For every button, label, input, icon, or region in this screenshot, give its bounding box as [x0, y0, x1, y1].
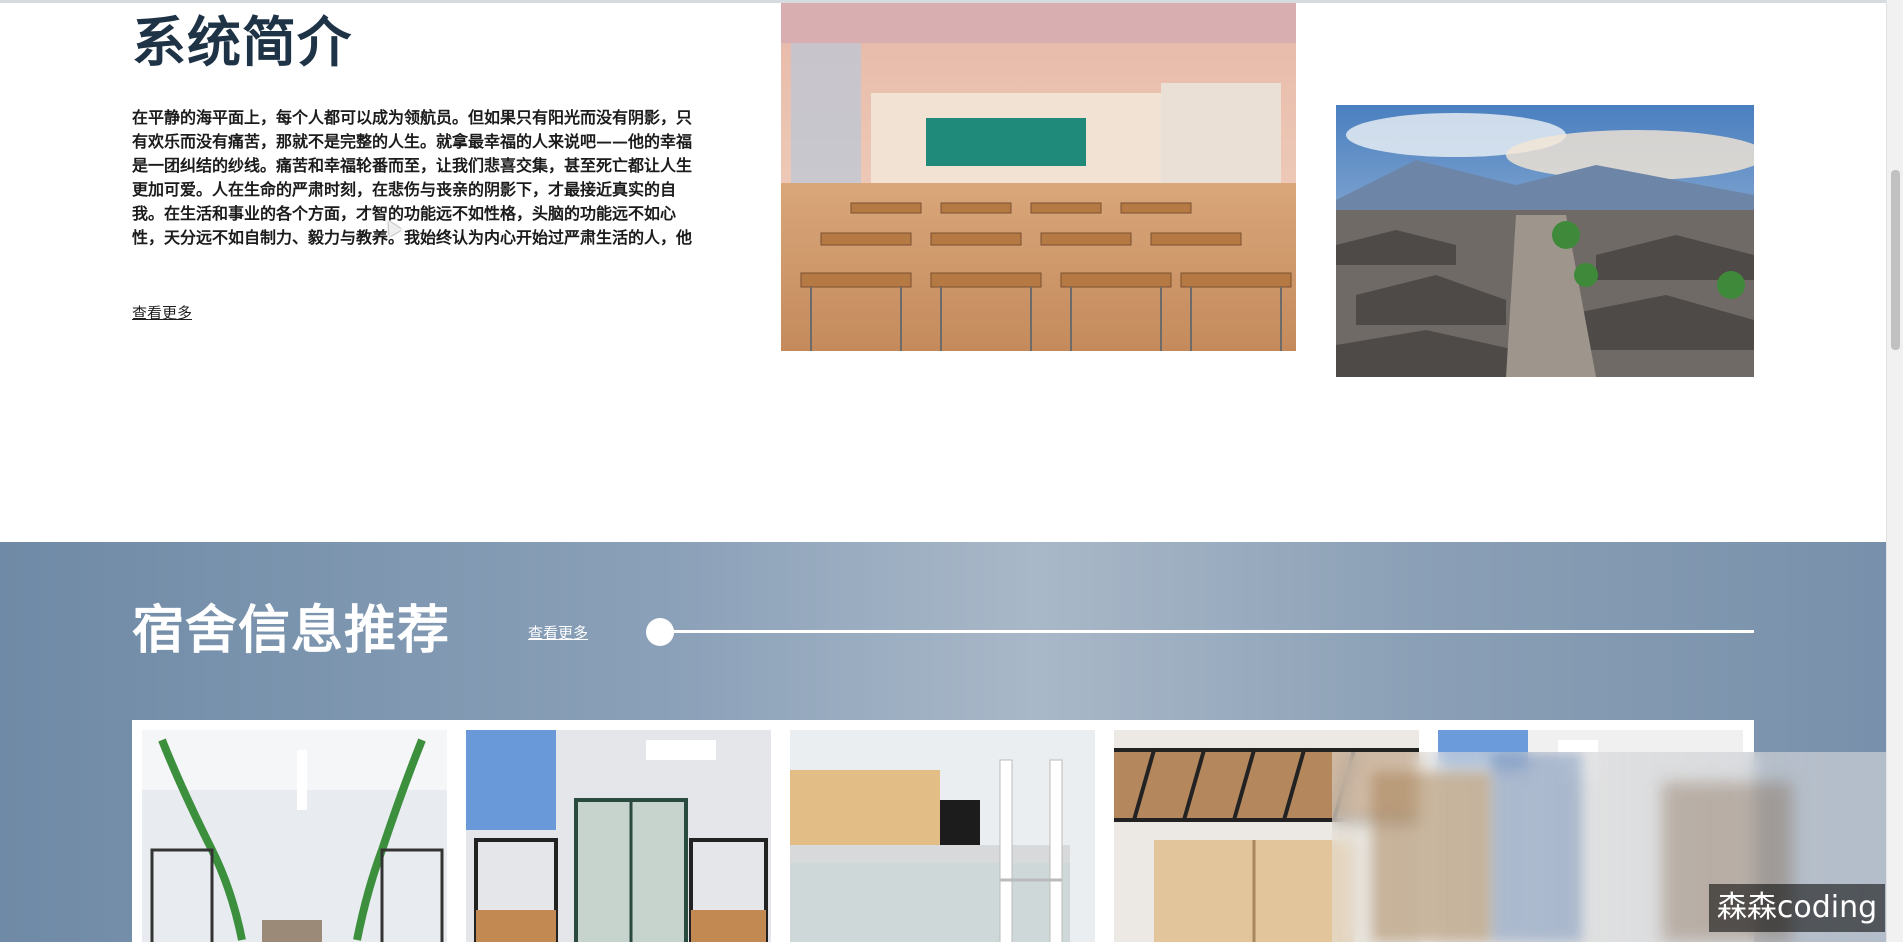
scrollbar-thumb[interactable] — [1891, 170, 1900, 350]
page: 系统简介 在平静的海平面上，每个人都可以成为领航员。但如果只有阳光而没有阴影，只… — [0, 0, 1903, 942]
intro-body: 在平静的海平面上，每个人都可以成为领航员。但如果只有阳光而没有阴影，只有欢乐而没… — [132, 108, 692, 247]
classroom-image — [781, 3, 1296, 351]
page-scrollbar[interactable] — [1886, 0, 1903, 942]
dorm-card[interactable] — [142, 730, 447, 942]
slider-handle[interactable] — [646, 618, 674, 646]
intro-title: 系统简介 — [132, 11, 352, 74]
dorm-card[interactable] — [466, 730, 771, 942]
watermark: 森森coding — [1709, 884, 1885, 932]
dorm-card[interactable] — [790, 730, 1095, 942]
recommend-more-link[interactable]: 查看更多 — [528, 622, 588, 643]
intro-more-link[interactable]: 查看更多 — [132, 302, 192, 323]
slider-track[interactable] — [660, 630, 1754, 633]
recommend-title: 宿舍信息推荐 — [132, 601, 451, 661]
town-image — [1336, 105, 1754, 377]
